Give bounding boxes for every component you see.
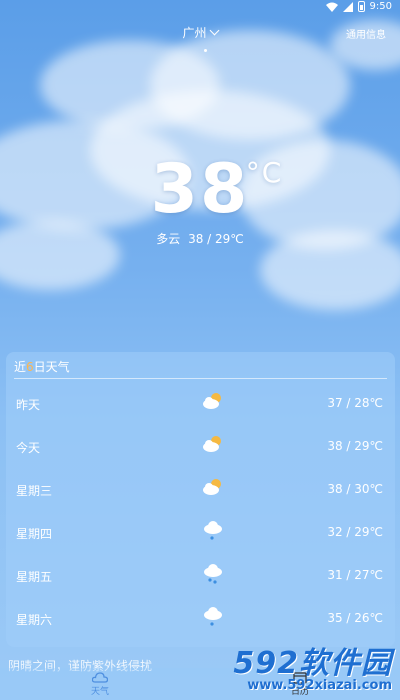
partly-cloudy-icon — [203, 436, 221, 452]
forecast-range: 32 / 29℃ — [327, 525, 383, 539]
temperature-value: 38 — [150, 150, 250, 229]
today-range: 38 / 29℃ — [188, 232, 244, 246]
city-selector[interactable]: 广州 — [0, 24, 400, 41]
wifi-icon — [325, 2, 338, 12]
forecast-row[interactable]: 星期四 32 / 29℃ — [6, 511, 395, 554]
forecast-range: 35 / 26℃ — [327, 611, 383, 625]
watermark-url: www.592xiazai.com — [247, 678, 392, 693]
light-rain-icon — [204, 607, 222, 626]
signal-icon — [342, 1, 353, 12]
forecast-row[interactable]: 今天 38 / 29℃ — [6, 425, 395, 468]
forecast-card: 近6日天气 昨天 37 / 28℃ 今天 38 / 29℃ 星期三 38 / 3… — [6, 352, 395, 647]
current-temperature: 38 °C — [150, 150, 282, 229]
watermark-logo: 592软件园 www.592xiazai.com — [233, 638, 392, 693]
current-condition: 多云 38 / 29℃ — [0, 230, 400, 247]
forecast-day: 今天 — [16, 441, 41, 455]
forecast-title-number: 6 — [26, 360, 34, 374]
battery-icon — [357, 1, 365, 12]
forecast-day: 星期四 — [16, 527, 53, 541]
forecast-title: 近6日天气 — [14, 358, 70, 375]
nav-weather[interactable]: 天气 — [70, 668, 130, 700]
forecast-range: 31 / 27℃ — [327, 568, 383, 582]
chevron-down-icon — [209, 25, 219, 36]
weather-icon — [92, 672, 108, 683]
temperature-unit: °C — [245, 156, 284, 189]
forecast-range: 38 / 30℃ — [327, 482, 383, 496]
forecast-row[interactable]: 昨天 37 / 28℃ — [6, 382, 395, 425]
watermark-text: 592软件园 — [233, 646, 392, 681]
page-indicator-dot — [204, 49, 207, 52]
forecast-day: 星期五 — [16, 570, 53, 584]
city-name: 广州 — [182, 26, 207, 40]
forecast-range: 38 / 29℃ — [327, 439, 383, 453]
forecast-day: 星期三 — [16, 484, 53, 498]
forecast-row[interactable]: 星期三 38 / 30℃ — [6, 468, 395, 511]
partly-cloudy-icon — [203, 393, 221, 409]
forecast-title-suffix: 日天气 — [33, 360, 70, 374]
status-bar: 9:50 — [0, 0, 400, 16]
divider — [14, 378, 387, 379]
light-rain-icon — [204, 521, 222, 540]
nav-weather-label: 天气 — [90, 687, 109, 697]
general-info-link[interactable]: 通用信息 — [346, 26, 386, 41]
condition-text: 多云 — [156, 232, 181, 246]
current-temperature-block: 38 °C — [0, 150, 400, 229]
forecast-title-prefix: 近 — [14, 360, 27, 374]
forecast-row[interactable]: 星期六 35 / 26℃ — [6, 597, 395, 640]
forecast-row[interactable]: 星期五 31 / 27℃ — [6, 554, 395, 597]
forecast-range: 37 / 28℃ — [327, 396, 383, 410]
rain-icon — [204, 564, 222, 584]
status-icons: 9:50 — [325, 1, 392, 12]
status-time: 9:50 — [369, 1, 392, 12]
partly-cloudy-icon — [203, 479, 221, 495]
header: 广州 通用信息 — [0, 18, 400, 58]
forecast-day: 星期六 — [16, 613, 53, 627]
forecast-day: 昨天 — [16, 398, 41, 412]
